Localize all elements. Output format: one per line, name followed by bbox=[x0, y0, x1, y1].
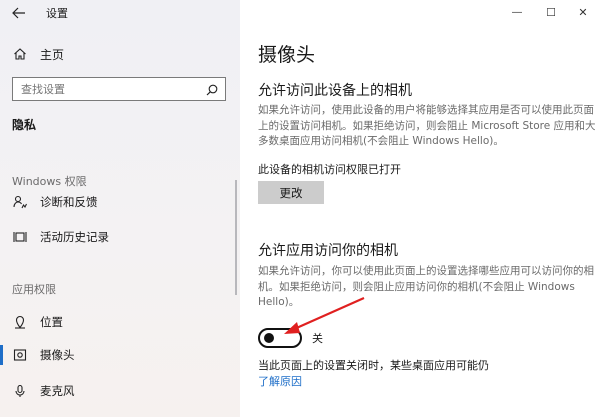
sidebar-item-home[interactable]: 主页 bbox=[12, 44, 64, 64]
sidebar-category: 隐私 bbox=[12, 118, 37, 132]
sidebar-item-diagnostics[interactable]: 诊断和反馈 bbox=[12, 192, 98, 212]
sidebar-home-label: 主页 bbox=[40, 47, 65, 62]
sidebar-item-camera[interactable]: 摄像头 bbox=[12, 345, 75, 365]
main-content: — ☐ ✕ 摄像头 允许访问此设备上的相机 如果允许访问，使用此设备的用户将能够… bbox=[240, 0, 600, 417]
sidebar-item-label: 摄像头 bbox=[40, 348, 75, 362]
change-button[interactable]: 更改 bbox=[258, 181, 324, 204]
section1-status: 此设备的相机访问权限已打开 bbox=[258, 163, 401, 176]
section1-heading: 允许访问此设备上的相机 bbox=[258, 83, 412, 99]
page-title: 摄像头 bbox=[258, 44, 316, 66]
close-button[interactable]: ✕ bbox=[570, 2, 596, 22]
sidebar-item-microphone[interactable]: 麦克风 bbox=[12, 381, 75, 401]
sidebar-item-label: 位置 bbox=[40, 315, 63, 329]
sidebar-item-location[interactable]: 位置 bbox=[12, 312, 63, 332]
learn-more-link[interactable]: 了解原因 bbox=[258, 373, 302, 389]
location-icon bbox=[12, 314, 28, 330]
camera-icon bbox=[12, 347, 28, 363]
back-arrow-icon[interactable] bbox=[10, 4, 28, 22]
red-arrow-annotation bbox=[284, 296, 365, 334]
search-box[interactable] bbox=[12, 77, 226, 101]
activity-history-icon bbox=[12, 229, 28, 245]
search-input[interactable] bbox=[19, 81, 203, 97]
minimize-button[interactable]: — bbox=[504, 2, 530, 22]
active-indicator bbox=[0, 345, 3, 365]
toggle-knob bbox=[264, 333, 274, 343]
section2-heading: 允许应用访问你的相机 bbox=[258, 243, 398, 259]
maximize-button[interactable]: ☐ bbox=[538, 2, 564, 22]
sidebar-item-label: 活动历史记录 bbox=[40, 230, 109, 244]
footer-note: 当此页面上的设置关闭时，某些桌面应用可能仍 bbox=[258, 359, 489, 372]
sidebar: 设置 主页 隐私 Windows 权限 诊断和反馈 活动历史记录 应用权限 位置 bbox=[0, 0, 240, 417]
microphone-icon bbox=[12, 383, 28, 399]
sidebar-scrollbar[interactable] bbox=[235, 180, 237, 295]
sidebar-item-label: 麦克风 bbox=[40, 384, 75, 398]
search-icon[interactable] bbox=[205, 83, 219, 97]
diagnostics-icon bbox=[12, 194, 28, 210]
section1-description: 如果允许访问，使用此设备的用户将能够选择其应用是否可以使用此页面上的设置访问相机… bbox=[258, 104, 596, 147]
sidebar-section-windows: Windows 权限 bbox=[12, 175, 87, 188]
sidebar-section-app: 应用权限 bbox=[12, 283, 56, 296]
window-title: 设置 bbox=[46, 7, 68, 20]
home-icon bbox=[12, 46, 28, 62]
sidebar-item-label: 诊断和反馈 bbox=[40, 195, 98, 209]
sidebar-item-activity-history[interactable]: 活动历史记录 bbox=[12, 227, 109, 247]
